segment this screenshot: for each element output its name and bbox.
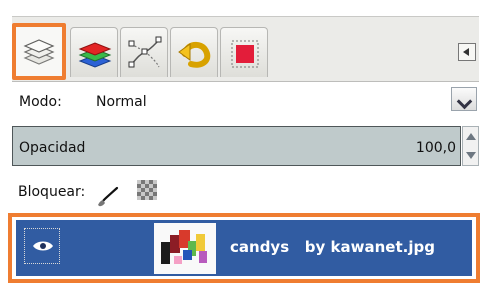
lock-label: Bloquear: xyxy=(18,184,86,200)
channels-icon xyxy=(78,42,112,68)
layers-dialog: Modo: Normal Opacidad 100,0 Bloquear: ca… xyxy=(0,0,485,289)
candy-thumbnail xyxy=(154,223,216,274)
layer-row-background: candys by kawanet.jpg xyxy=(16,220,472,276)
layers-icon xyxy=(23,39,55,65)
undo-history-icon xyxy=(178,41,211,68)
opacity-value: 100,0 xyxy=(415,140,456,156)
tab-layers[interactable] xyxy=(12,23,66,80)
layer-visibility-toggle[interactable] xyxy=(24,228,60,264)
mode-select-value[interactable]: Normal xyxy=(96,93,147,111)
layer-name[interactable]: candys by kawanet.jpg xyxy=(230,238,435,256)
layer-row-selected[interactable]: candys by kawanet.jpg xyxy=(8,213,480,283)
tab-undo-history[interactable] xyxy=(170,27,218,77)
lock-pixels-brush-icon[interactable] xyxy=(96,185,120,209)
opacity-slider[interactable]: Opacidad 100,0 xyxy=(12,126,461,166)
tab-channels[interactable] xyxy=(70,27,118,77)
spin-up-icon[interactable] xyxy=(466,133,476,140)
tab-image-preview[interactable] xyxy=(220,27,268,77)
lock-alpha-checker-icon[interactable] xyxy=(137,180,157,200)
dock-tabbar xyxy=(12,16,479,82)
opacity-spinner[interactable] xyxy=(462,126,479,166)
paths-icon xyxy=(128,36,162,68)
mode-row: Modo: Normal xyxy=(12,83,479,120)
opacity-label: Opacidad xyxy=(19,140,86,156)
spin-down-icon[interactable] xyxy=(466,152,476,159)
tab-menu-icon[interactable] xyxy=(458,43,476,61)
mode-label: Modo: xyxy=(19,94,62,110)
mode-dropdown-button[interactable] xyxy=(451,87,477,111)
tab-paths[interactable] xyxy=(120,27,168,77)
lock-row: Bloquear: xyxy=(12,174,479,208)
candy-thumbnail-image xyxy=(154,223,216,274)
eye-icon xyxy=(33,241,53,251)
image-preview-icon xyxy=(231,40,259,68)
